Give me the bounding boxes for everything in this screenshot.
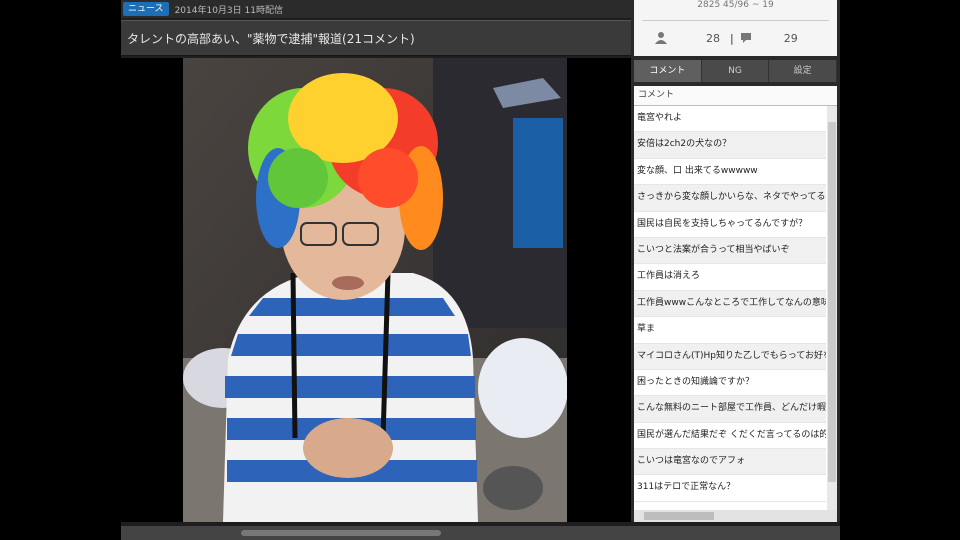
app-window: ニュース 2014年10月3日 11時配信 タレントの高部あい、"薬物で逮捕"報… xyxy=(121,0,840,540)
person-icon xyxy=(655,32,667,44)
list-item[interactable]: こんな無料のニート部屋で工作員、どんだけ暇な xyxy=(634,396,826,423)
side-panel: 2825 45/96 ~ 19 28 | 29 コメント NG 設定 コメント xyxy=(631,0,840,522)
comment-count: 29 xyxy=(783,31,798,45)
stat-counter: 2825 45/96 ~ 19 xyxy=(697,0,774,10)
comment-list-header[interactable]: コメント xyxy=(634,86,837,106)
scroll-thumb[interactable] xyxy=(644,512,714,520)
list-item[interactable]: 国民は自民を支持しちゃってるんですが？ xyxy=(634,212,826,238)
divider xyxy=(642,20,829,21)
list-item[interactable]: 工作員wwwこんなところで工作してなんの意味が xyxy=(634,290,826,318)
comment-rows: 竜宮やれよ 安倍は2ch2の犬なの？ 変な顔、口 出来てるwwwww さっきから… xyxy=(634,106,826,502)
player-controls xyxy=(121,526,840,540)
category-badge[interactable]: ニュース xyxy=(123,2,169,16)
list-item[interactable]: 変な顔、口 出来てるwwwww xyxy=(634,159,826,186)
tab-settings[interactable]: 設定 xyxy=(769,60,838,82)
seek-bar[interactable] xyxy=(241,530,441,536)
stats-box: 2825 45/96 ~ 19 28 | 29 xyxy=(634,0,837,56)
viewer-count: 28 xyxy=(706,31,720,45)
comment-list: コメント 竜宮やれよ 安倍は2ch2の犬なの？ 変な顔、口 出来てるwwwww … xyxy=(634,86,837,522)
tab-comments[interactable]: コメント xyxy=(634,60,702,82)
list-item[interactable]: さっきから変な顔しかいらな、ネタでやってるのか？ xyxy=(634,185,826,212)
list-item[interactable]: 困ったときの知識論ですか？ xyxy=(634,370,826,397)
comment-icon xyxy=(740,33,751,43)
video-player[interactable] xyxy=(121,58,631,522)
broadcast-meta: 2014年10月3日 11時配信 xyxy=(174,5,283,16)
list-item[interactable]: 草ま xyxy=(634,317,826,344)
vertical-scrollbar[interactable] xyxy=(827,106,837,510)
page-title: タレントの高部あい、"薬物で逮捕"報道(21コメント) xyxy=(127,31,415,46)
list-item[interactable]: 竜宮やれよ xyxy=(634,106,826,133)
video-still xyxy=(183,58,567,522)
panel-tabs: コメント NG 設定 xyxy=(634,60,838,82)
title-bar: タレントの高部あい、"薬物で逮捕"報道(21コメント) xyxy=(121,20,631,56)
stat-row: 28 | 29 xyxy=(634,26,837,50)
list-item[interactable]: 国民が選んだ結果だぞ くだくだ言ってるのは的 xyxy=(634,423,826,450)
list-item[interactable]: 安倍は2ch2の犬なの？ xyxy=(634,132,826,159)
video-frame[interactable] xyxy=(183,58,567,522)
tab-ng[interactable]: NG xyxy=(701,60,770,82)
list-item[interactable]: こいつは竜宮なのでアフォ xyxy=(634,449,826,476)
list-item[interactable]: 工作員は消えろ xyxy=(634,264,826,291)
horizontal-scrollbar[interactable] xyxy=(634,510,837,522)
divider: | xyxy=(730,31,734,45)
info-bar: ニュース 2014年10月3日 11時配信 xyxy=(121,0,631,18)
list-item[interactable]: こいつと法案が合うって相当やばいぞ xyxy=(634,237,826,265)
list-item[interactable]: マイコロさん(T)Hp知りた乙しでもらってお好を御 xyxy=(634,343,826,370)
scroll-thumb[interactable] xyxy=(828,122,836,482)
list-item[interactable]: 311はテロで正常なん？ xyxy=(634,475,826,502)
